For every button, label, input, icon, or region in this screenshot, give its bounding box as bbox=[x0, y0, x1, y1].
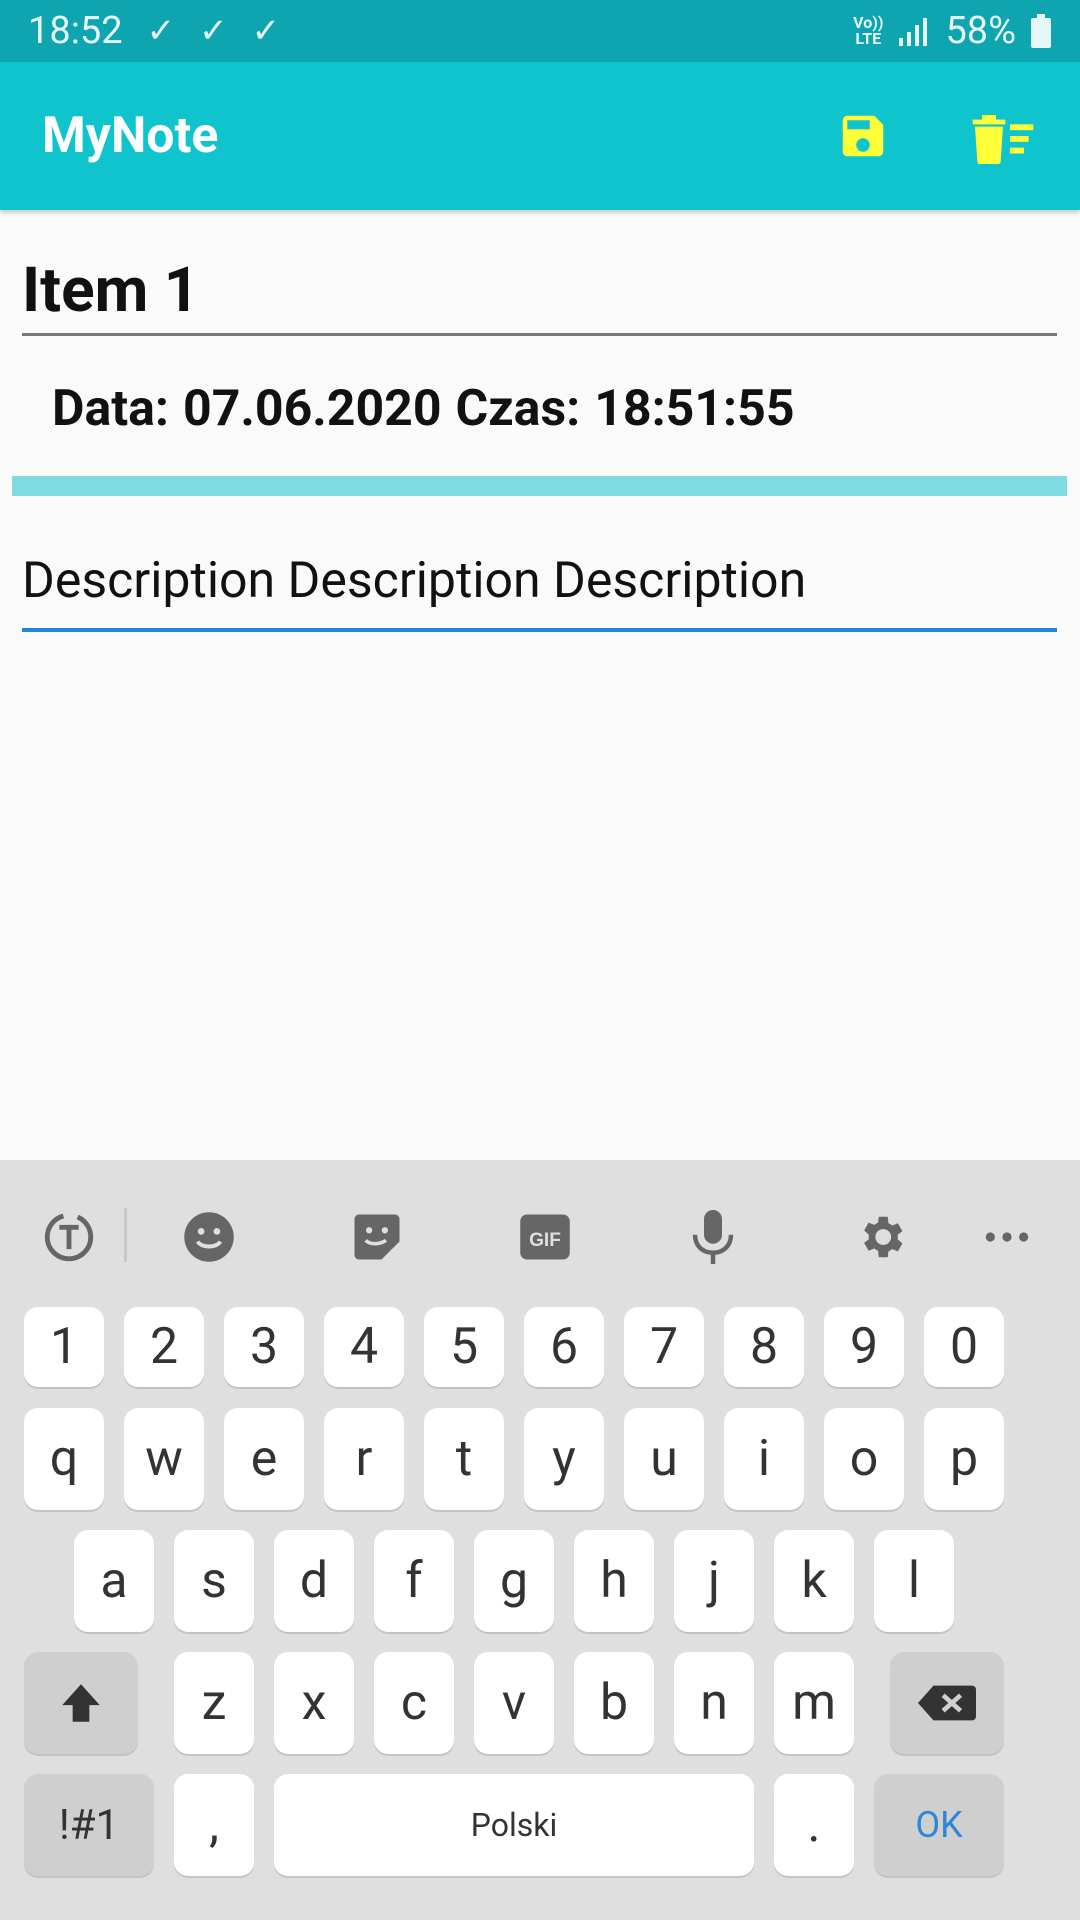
status-right: Vo)) LTE 58% bbox=[853, 9, 1052, 53]
time-label: Czas: bbox=[455, 380, 581, 438]
shift-icon bbox=[62, 1684, 100, 1722]
key-6[interactable]: 6 bbox=[524, 1307, 604, 1387]
shift-key[interactable] bbox=[24, 1652, 138, 1754]
toolbar-separator bbox=[124, 1208, 127, 1262]
check-icon: ✓ bbox=[251, 11, 281, 51]
svg-text:GIF: GIF bbox=[529, 1230, 561, 1251]
section-divider bbox=[12, 476, 1067, 496]
key-d[interactable]: d bbox=[274, 1530, 354, 1632]
key-v[interactable]: v bbox=[474, 1652, 554, 1754]
battery-icon bbox=[1031, 14, 1051, 48]
key-j[interactable]: j bbox=[674, 1530, 754, 1632]
key-1[interactable]: 1 bbox=[24, 1307, 104, 1387]
app-actions bbox=[828, 101, 1038, 171]
ok-key[interactable]: OK bbox=[874, 1774, 1004, 1876]
space-label: Polski bbox=[470, 1806, 558, 1844]
note-timestamp: Data: 07.06.2020 Czas: 18:51:55 bbox=[52, 380, 809, 438]
key-z[interactable]: z bbox=[174, 1652, 254, 1754]
key-5[interactable]: 5 bbox=[424, 1307, 504, 1387]
key-m[interactable]: m bbox=[774, 1652, 854, 1754]
key-b[interactable]: b bbox=[574, 1652, 654, 1754]
delete-sweep-icon bbox=[972, 115, 1034, 164]
check-icon: ✓ bbox=[146, 11, 176, 51]
gif-icon[interactable]: GIF bbox=[510, 1202, 580, 1272]
key-7[interactable]: 7 bbox=[624, 1307, 704, 1387]
key-n[interactable]: n bbox=[674, 1652, 754, 1754]
soft-keyboard: GIF 1 2 3 4 5 6 7 8 9 0 q w e r t y u i … bbox=[0, 1160, 1080, 1920]
key-i[interactable]: i bbox=[724, 1408, 804, 1510]
date-label: Data: bbox=[52, 380, 170, 438]
emoji-icon[interactable] bbox=[174, 1202, 244, 1272]
check-icon: ✓ bbox=[199, 11, 228, 51]
volte-icon: Vo)) LTE bbox=[853, 13, 884, 48]
key-p[interactable]: p bbox=[924, 1408, 1004, 1510]
note-title-input[interactable]: Item 1 bbox=[22, 254, 1057, 336]
note-description-input[interactable]: Description Description Description bbox=[22, 548, 1057, 632]
key-f[interactable]: f bbox=[374, 1530, 454, 1632]
key-r[interactable]: r bbox=[324, 1408, 404, 1510]
key-9[interactable]: 9 bbox=[824, 1307, 904, 1387]
date-value: 07.06.2020 bbox=[183, 380, 442, 438]
period-key[interactable]: . bbox=[774, 1774, 854, 1876]
key-u[interactable]: u bbox=[624, 1408, 704, 1510]
key-x[interactable]: x bbox=[274, 1652, 354, 1754]
settings-icon[interactable] bbox=[846, 1202, 916, 1272]
key-t[interactable]: t bbox=[424, 1408, 504, 1510]
keyboard-toolbar: GIF bbox=[0, 1160, 1080, 1308]
ok-label: OK bbox=[915, 1804, 963, 1846]
key-8[interactable]: 8 bbox=[724, 1307, 804, 1387]
key-3[interactable]: 3 bbox=[224, 1307, 304, 1387]
key-w[interactable]: w bbox=[124, 1408, 204, 1510]
note-editor: Item 1 Data: 07.06.2020 Czas: 18:51:55 Desc… bbox=[0, 210, 1080, 1160]
save-icon bbox=[842, 115, 884, 157]
more-icon[interactable] bbox=[972, 1202, 1042, 1272]
symbols-key[interactable]: !#1 bbox=[24, 1774, 154, 1876]
key-l[interactable]: l bbox=[874, 1530, 954, 1632]
key-4[interactable]: 4 bbox=[324, 1307, 404, 1387]
key-o[interactable]: o bbox=[824, 1408, 904, 1510]
status-time: 18:52 bbox=[28, 9, 123, 53]
key-k[interactable]: k bbox=[774, 1530, 854, 1632]
save-button[interactable] bbox=[828, 101, 898, 171]
key-2[interactable]: 2 bbox=[124, 1307, 204, 1387]
key-0[interactable]: 0 bbox=[924, 1307, 1004, 1387]
key-y[interactable]: y bbox=[524, 1408, 604, 1510]
key-s[interactable]: s bbox=[174, 1530, 254, 1632]
status-bar: 18:52 ✓ ✓ ✓ Vo)) LTE 58% bbox=[0, 0, 1080, 62]
space-key[interactable]: Polski bbox=[274, 1774, 754, 1876]
key-a[interactable]: a bbox=[74, 1530, 154, 1632]
app-title: MyNote bbox=[42, 107, 219, 165]
text-translate-icon[interactable] bbox=[34, 1202, 104, 1272]
app-bar: MyNote bbox=[0, 62, 1080, 210]
key-g[interactable]: g bbox=[474, 1530, 554, 1632]
status-left: 18:52 ✓ ✓ ✓ bbox=[28, 9, 280, 53]
key-e[interactable]: e bbox=[224, 1408, 304, 1510]
key-c[interactable]: c bbox=[374, 1652, 454, 1754]
battery-percent: 58% bbox=[945, 9, 1016, 53]
backspace-key[interactable] bbox=[890, 1652, 1004, 1754]
key-q[interactable]: q bbox=[24, 1408, 104, 1510]
comma-key[interactable]: , bbox=[174, 1774, 254, 1876]
signal-icon bbox=[899, 18, 928, 46]
sticker-icon[interactable] bbox=[342, 1202, 412, 1272]
delete-button[interactable] bbox=[968, 101, 1038, 171]
key-h[interactable]: h bbox=[574, 1530, 654, 1632]
microphone-icon[interactable] bbox=[678, 1202, 748, 1272]
time-value: 18:51:55 bbox=[594, 380, 795, 438]
symbols-label: !#1 bbox=[58, 1800, 120, 1850]
backspace-icon bbox=[918, 1685, 976, 1721]
